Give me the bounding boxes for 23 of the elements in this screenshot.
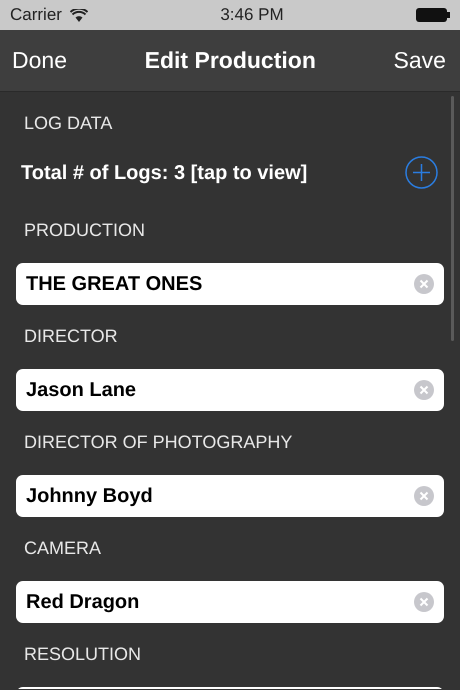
- field-label: DIRECTOR OF PHOTOGRAPHY: [24, 432, 292, 452]
- text-field[interactable]: THE GREAT ONES: [16, 263, 444, 305]
- field-label: PRODUCTION: [24, 220, 145, 240]
- text-field[interactable]: Johnny Boyd: [16, 475, 444, 517]
- clear-icon[interactable]: [414, 274, 434, 294]
- clear-icon[interactable]: [414, 380, 434, 400]
- status-time: 3:46 PM: [220, 4, 284, 26]
- section-header: LOG DATA: [24, 113, 112, 133]
- text-field[interactable]: Red Dragon: [16, 581, 444, 623]
- clear-icon[interactable]: [414, 486, 434, 506]
- wifi-icon: [70, 8, 88, 22]
- battery-icon: [416, 8, 450, 22]
- field-label: CAMERA: [24, 538, 102, 558]
- clear-icon[interactable]: [414, 592, 434, 612]
- field-label: RESOLUTION: [24, 644, 142, 664]
- carrier-label: Carrier: [10, 4, 62, 26]
- add-icon[interactable]: [405, 156, 438, 189]
- nav-title: Edit Production: [144, 46, 316, 76]
- log-count-link[interactable]: Total # of Logs: 3 [tap to view]: [21, 158, 308, 188]
- done-button[interactable]: Done: [12, 43, 67, 78]
- text-field[interactable]: Jason Lane: [16, 369, 444, 411]
- field-label: DIRECTOR: [24, 326, 118, 346]
- save-button[interactable]: Save: [394, 43, 446, 78]
